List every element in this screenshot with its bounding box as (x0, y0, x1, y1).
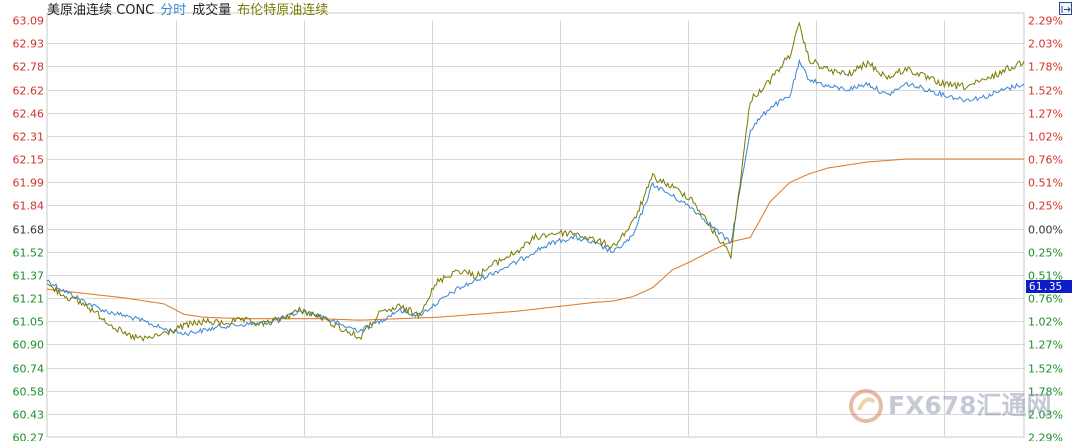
y-tick-right: 0.76% (1028, 154, 1063, 167)
y-tick-right: 0.25% (1028, 247, 1063, 260)
watermark: FX678汇通网 (848, 388, 1052, 424)
y-tick-left: 62.78 (13, 61, 45, 74)
y-tick-right: 1.27% (1028, 108, 1063, 121)
y-tick-left: 62.62 (13, 85, 45, 98)
legend-series1: 分时 (160, 3, 187, 18)
chart-root: 63.09 2.29% 62.93 2.03% 62.78 1.78% 62.62 1.52%… (0, 0, 1074, 441)
y-tick-left: 60.27 (13, 432, 45, 441)
expand-icon (1061, 6, 1071, 13)
chart-plot[interactable]: 63.09 2.29% 62.93 2.03% 62.78 1.78% 62.62 1.52%… (0, 0, 1074, 441)
fx678-logo-icon (849, 389, 883, 423)
y-tick-left: 61.52 (13, 247, 45, 260)
y-tick-left: 61.68 (13, 224, 45, 237)
plot-frame (46, 12, 1025, 438)
y-tick-left: 60.58 (13, 386, 45, 399)
series-brent-line (46, 21, 1025, 342)
y-tick-left: 61.84 (13, 200, 45, 213)
y-tick-left: 62.31 (13, 131, 45, 144)
y-tick-left: 60.74 (13, 363, 45, 376)
legend-series3: 布伦特原油连续 (237, 3, 329, 18)
y-tick-right: 0.25% (1028, 200, 1063, 213)
current-price-tag: 61.35 (1026, 280, 1072, 293)
y-tick-left: 63.09 (13, 15, 45, 28)
y-tick-right: 0.51% (1028, 177, 1063, 190)
y-tick-right: 1.52% (1028, 363, 1063, 376)
legend: 美原油连续 CONC 分时 成交量 布伦特原油连续 (47, 3, 328, 19)
y-tick-right: 0.76% (1028, 293, 1063, 306)
y-tick-left: 60.43 (13, 409, 45, 422)
series-fenshi-line (46, 58, 1025, 336)
watermark-text: FX678汇通网 (888, 391, 1052, 420)
y-tick-left: 61.21 (13, 293, 45, 306)
y-tick-right: 2.29% (1028, 15, 1063, 28)
legend-instrument: 美原油连续 CONC (47, 3, 155, 18)
series-average-line (46, 158, 1024, 321)
y-tick-right: 1.02% (1028, 316, 1063, 329)
y-tick-right: 1.02% (1028, 131, 1063, 144)
legend-series2: 成交量 (192, 3, 232, 18)
expand-button[interactable] (1059, 2, 1072, 15)
y-tick-left: 62.15 (13, 154, 45, 167)
y-tick-right: 1.27% (1028, 339, 1063, 352)
y-tick-right: 1.78% (1028, 61, 1063, 74)
y-tick-left: 60.90 (13, 339, 45, 352)
y-tick-left: 61.05 (13, 316, 45, 329)
y-tick-left: 62.93 (13, 38, 45, 51)
y-tick-right: 1.52% (1028, 85, 1063, 98)
y-tick-left: 61.37 (13, 270, 45, 283)
y-tick-left: 62.46 (13, 108, 45, 121)
y-tick-right: 0.00% (1028, 224, 1063, 237)
y-tick-right: 2.03% (1028, 38, 1063, 51)
y-tick-left: 61.99 (13, 177, 45, 190)
y-tick-right: 2.29% (1028, 432, 1063, 441)
